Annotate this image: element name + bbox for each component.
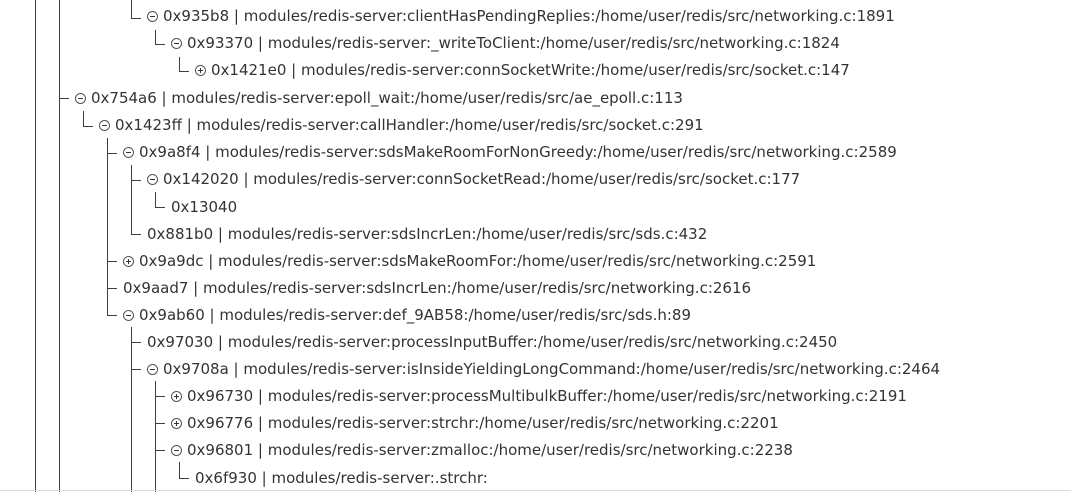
node-label: 0x754a6 | modules/redis-server:epoll_wai… <box>91 89 683 107</box>
tree-connector <box>179 478 189 479</box>
expand-icon[interactable] <box>123 255 134 267</box>
tree-node[interactable]: 0x97030 | modules/redis-server:processIn… <box>147 332 837 352</box>
tree-guide-line <box>131 165 132 234</box>
tree-connector <box>131 18 141 19</box>
expand-icon[interactable] <box>195 64 206 76</box>
node-label: 0x935b8 | modules/redis-server:clientHas… <box>163 7 895 25</box>
tree-connector <box>155 44 165 45</box>
node-label: 0x96801 | modules/redis-server:zmalloc:/… <box>187 441 793 459</box>
collapse-icon[interactable] <box>123 146 134 158</box>
node-label: 0x93370 | modules/redis-server:_writeToC… <box>187 34 840 52</box>
node-label: 0x6f930 | modules/redis-server:.strchr: <box>195 469 488 487</box>
collapse-icon[interactable] <box>147 363 158 375</box>
collapse-icon[interactable] <box>99 119 110 131</box>
tree-connector <box>107 288 117 289</box>
tree-guide-line <box>155 30 156 44</box>
tree-node[interactable]: 0x9a8f4 | modules/redis-server:sdsMakeRo… <box>123 142 897 162</box>
node-label: 0x1423ff | modules/redis-server:callHand… <box>115 116 704 134</box>
tree-node[interactable]: 0x6f930 | modules/redis-server:.strchr: <box>195 468 488 488</box>
tree-node[interactable]: 0x96776 | modules/redis-server:strchr:/h… <box>171 413 779 433</box>
node-label: 0x142020 | modules/redis-server:connSock… <box>163 170 801 188</box>
tree-guide-line <box>131 0 132 18</box>
node-label: 0x9aad7 | modules/redis-server:sdsIncrLe… <box>123 279 752 297</box>
call-tree: 0x935b8 | modules/redis-server:clientHas… <box>0 0 1071 492</box>
collapse-icon[interactable] <box>75 92 86 104</box>
node-label: 0x9a9dc | modules/redis-server:sdsMakeRo… <box>139 252 817 270</box>
tree-guide-line <box>35 0 36 492</box>
tree-connector <box>83 126 93 127</box>
node-label: 0x96776 | modules/redis-server:strchr:/h… <box>187 414 779 432</box>
tree-connector <box>107 261 117 262</box>
tree-node[interactable]: 0x9a9dc | modules/redis-server:sdsMakeRo… <box>123 251 816 271</box>
tree-node[interactable]: 0x935b8 | modules/redis-server:clientHas… <box>147 6 895 26</box>
tree-node[interactable]: 0x881b0 | modules/redis-server:sdsIncrLe… <box>147 224 707 244</box>
tree-node[interactable]: 0x93370 | modules/redis-server:_writeToC… <box>171 33 840 53</box>
expand-icon[interactable] <box>171 417 182 429</box>
tree-node[interactable]: 0x96730 | modules/redis-server:processMu… <box>171 386 907 406</box>
tree-connector <box>155 423 165 424</box>
tree-guide-line <box>83 111 84 126</box>
tree-guide-line <box>131 327 132 492</box>
expand-icon[interactable] <box>171 390 182 402</box>
tree-node[interactable]: 0x1421e0 | modules/redis-server:connSock… <box>195 60 850 80</box>
node-label: 0x9ab60 | modules/redis-server:def_9AB58… <box>139 306 692 324</box>
node-label: 0x13040 <box>171 198 238 216</box>
node-label: 0x96730 | modules/redis-server:processMu… <box>187 387 907 405</box>
tree-connector <box>107 153 117 154</box>
tree-node[interactable]: 0x754a6 | modules/redis-server:epoll_wai… <box>75 88 683 108</box>
tree-guide-line <box>155 192 156 207</box>
tree-connector <box>131 369 141 370</box>
tree-guide-line <box>179 462 180 478</box>
tree-connector <box>155 207 165 208</box>
tree-node[interactable]: 0x13040 <box>171 197 237 217</box>
tree-guide-line <box>59 0 60 492</box>
tree-connector <box>131 180 141 181</box>
tree-node[interactable]: 0x9aad7 | modules/redis-server:sdsIncrLe… <box>123 278 751 298</box>
tree-connector <box>179 71 189 72</box>
collapse-icon[interactable] <box>147 10 158 22</box>
tree-node[interactable]: 0x1423ff | modules/redis-server:callHand… <box>99 115 704 135</box>
tree-guide-line <box>179 57 180 71</box>
tree-node[interactable]: 0x9ab60 | modules/redis-server:def_9AB58… <box>123 305 691 325</box>
tree-connector <box>155 396 165 397</box>
collapse-icon[interactable] <box>171 37 182 49</box>
tree-node[interactable]: 0x96801 | modules/redis-server:zmalloc:/… <box>171 440 793 460</box>
node-label: 0x97030 | modules/redis-server:processIn… <box>147 333 838 351</box>
tree-connector <box>107 315 117 316</box>
tree-connector <box>131 342 141 343</box>
node-label: 0x9a8f4 | modules/redis-server:sdsMakeRo… <box>139 143 897 161</box>
node-label: 0x881b0 | modules/redis-server:sdsIncrLe… <box>147 225 708 243</box>
divider <box>0 490 1071 491</box>
tree-node[interactable]: 0x9708a | modules/redis-server:isInsideY… <box>147 359 940 379</box>
tree-connector <box>155 450 165 451</box>
tree-guide-line <box>155 381 156 492</box>
tree-connector <box>131 234 141 235</box>
collapse-icon[interactable] <box>147 173 158 185</box>
collapse-icon[interactable] <box>171 444 182 456</box>
collapse-icon[interactable] <box>123 309 134 321</box>
tree-connector <box>59 98 69 99</box>
node-label: 0x9708a | modules/redis-server:isInsideY… <box>163 360 941 378</box>
node-label: 0x1421e0 | modules/redis-server:connSock… <box>211 61 850 79</box>
tree-node[interactable]: 0x142020 | modules/redis-server:connSock… <box>147 169 800 189</box>
